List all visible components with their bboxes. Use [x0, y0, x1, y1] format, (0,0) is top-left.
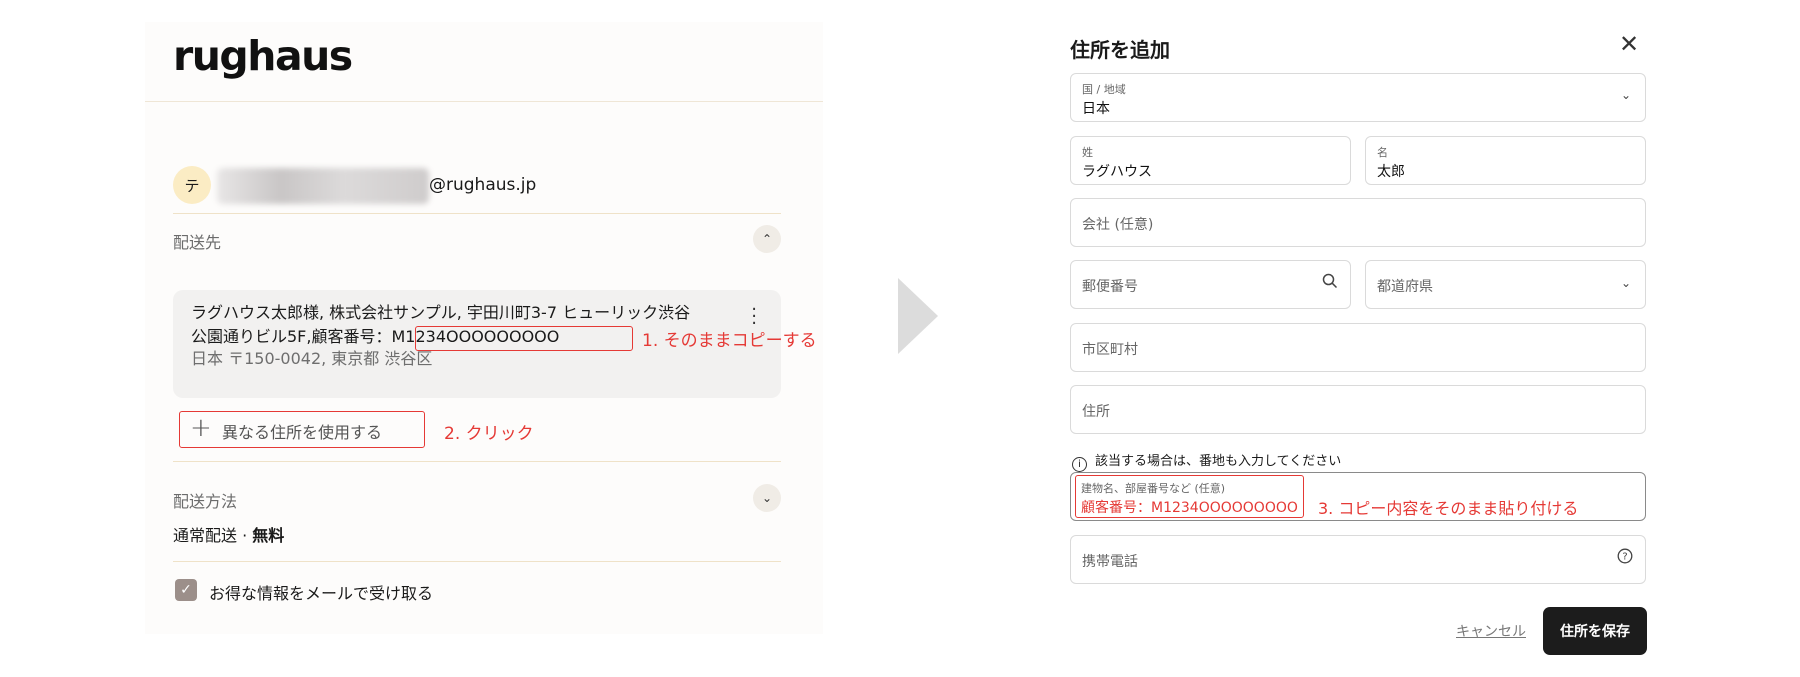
brand-logo[interactable]: rughaus: [173, 32, 353, 80]
add-address-modal: 住所を追加 ✕ 国 / 地域 日本 ⌄ 姓 ラグハウス 名 太郎 会社 (任意)…: [1045, 10, 1665, 660]
first-name-value: 太郎: [1377, 164, 1405, 180]
prefecture-select[interactable]: 都道府県 ⌄: [1365, 260, 1646, 309]
country-value: 日本: [1082, 101, 1110, 117]
info-icon: i: [1072, 457, 1087, 472]
shipping-method: 通常配送 · 無料: [173, 522, 284, 546]
shipping-to-title: 配送先: [173, 233, 222, 252]
annotation-copy: 1. そのままコピーする: [642, 331, 817, 351]
company-placeholder: 会社 (任意): [1082, 217, 1154, 233]
postal-code-placeholder: 郵便番号: [1082, 279, 1138, 295]
shipping-method-price: 無料: [252, 526, 285, 545]
city-field[interactable]: 市区町村: [1070, 323, 1646, 372]
shipping-method-separator: ·: [237, 526, 253, 545]
chevron-down-icon: ⌄: [1620, 88, 1631, 102]
shipping-method-header[interactable]: 配送方法 ⌄: [173, 484, 781, 514]
shipping-to-header[interactable]: 配送先 ⌃: [173, 225, 781, 255]
mobile-phone-placeholder: 携帯電話: [1082, 554, 1138, 570]
help-icon[interactable]: ?: [1617, 548, 1633, 568]
address-hint: i 該当する場合は、番地も入力してください: [1072, 450, 1341, 472]
divider: [173, 213, 781, 214]
more-options-icon[interactable]: · · ·: [751, 301, 757, 333]
chevron-down-icon: ⌄: [1620, 276, 1631, 290]
svg-text:?: ?: [1622, 552, 1627, 563]
annotation-paste: 3. コピー内容をそのまま貼り付ける: [1318, 499, 1579, 518]
close-icon[interactable]: ✕: [1619, 32, 1639, 56]
avatar: テ: [173, 166, 211, 204]
last-name-label: 姓: [1082, 146, 1093, 159]
use-different-address-button[interactable]: + 異なる住所を使用する: [179, 411, 425, 448]
expand-chevron-down-icon[interactable]: ⌄: [753, 484, 781, 512]
header: rughaus: [145, 22, 823, 102]
address-line-3: 日本 〒150-0042, 東京都 渋谷区: [191, 349, 433, 368]
address-placeholder: 住所: [1082, 404, 1110, 420]
mobile-phone-field[interactable]: 携帯電話 ?: [1070, 535, 1646, 584]
paste-highlight-box: [1075, 475, 1304, 518]
email-domain: @rughaus.jp: [429, 175, 537, 195]
divider: [173, 561, 781, 562]
hint-text: 該当する場合は、番地も入力してください: [1095, 454, 1342, 469]
postal-code-field[interactable]: 郵便番号: [1070, 260, 1351, 309]
newsletter-checkbox[interactable]: ✓: [175, 579, 197, 601]
first-name-field[interactable]: 名 太郎: [1365, 136, 1646, 185]
address-line-2-prefix: 公園通りビル5F,: [191, 327, 312, 346]
search-icon[interactable]: [1322, 273, 1338, 293]
shipping-method-value: 通常配送: [173, 526, 238, 545]
modal-title: 住所を追加: [1070, 38, 1170, 62]
newsletter-label[interactable]: お得な情報をメールで受け取る: [209, 580, 433, 604]
copy-highlight-box: [415, 326, 633, 351]
shipping-method-title: 配送方法: [173, 492, 238, 511]
account-row: テ @rughaus.jp: [173, 166, 781, 208]
first-name-label: 名: [1377, 146, 1388, 159]
city-placeholder: 市区町村: [1082, 342, 1138, 358]
address-field[interactable]: 住所: [1070, 385, 1646, 434]
email-blurred: [217, 168, 429, 204]
divider: [173, 461, 781, 462]
plus-icon: +: [190, 413, 212, 443]
annotation-click: 2. クリック: [444, 424, 534, 444]
country-label: 国 / 地域: [1082, 83, 1126, 96]
company-field[interactable]: 会社 (任意): [1070, 198, 1646, 247]
use-different-address-label: 異なる住所を使用する: [222, 423, 383, 442]
last-name-field[interactable]: 姓 ラグハウス: [1070, 136, 1351, 185]
checkout-panel: rughaus テ @rughaus.jp 配送先 ⌃ ラグハウス太郎様, 株式…: [145, 22, 823, 634]
prefecture-placeholder: 都道府県: [1377, 279, 1433, 295]
cancel-button[interactable]: キャンセル: [1456, 621, 1526, 641]
last-name-value: ラグハウス: [1082, 164, 1152, 180]
save-address-button[interactable]: 住所を保存: [1543, 607, 1647, 655]
address-line-1: ラグハウス太郎様, 株式会社サンプル, 宇田川町3-7 ヒューリック渋谷: [191, 303, 691, 322]
country-select[interactable]: 国 / 地域 日本 ⌄: [1070, 73, 1646, 122]
right-arrow-icon: [898, 278, 938, 354]
collapse-chevron-up-icon[interactable]: ⌃: [753, 225, 781, 253]
